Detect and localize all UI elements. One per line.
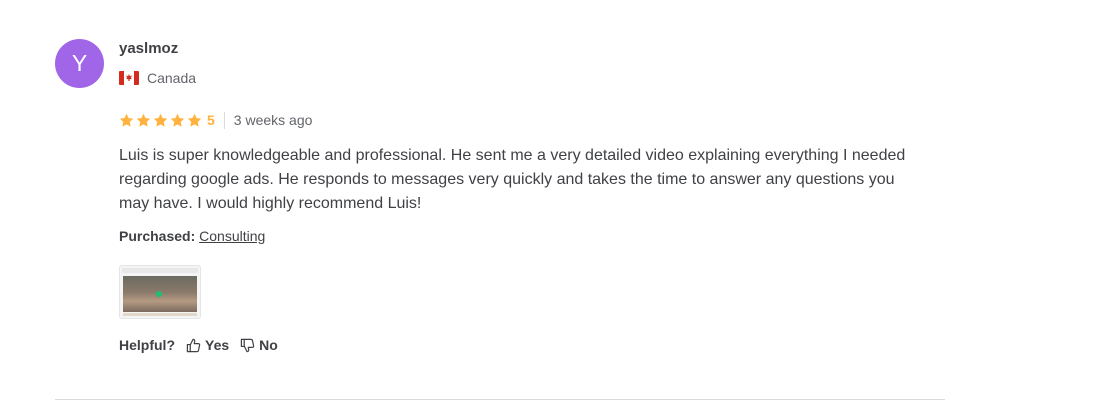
- helpful-no-label: No: [259, 337, 278, 353]
- helpful-row: Helpful? Yes No: [119, 337, 278, 353]
- rating-row: 5 3 weeks ago: [119, 110, 312, 130]
- reviewer-country: Canada: [119, 70, 196, 86]
- rating-value: 5: [207, 112, 215, 128]
- reviewer-username: yaslmoz: [119, 40, 179, 57]
- canada-flag-icon: [119, 71, 139, 85]
- review-time: 3 weeks ago: [233, 112, 313, 128]
- thumbnail-bottombar: [123, 313, 197, 316]
- purchased-item-link[interactable]: Consulting: [199, 228, 265, 244]
- rating-divider: [223, 111, 225, 129]
- star-rating: [119, 113, 202, 128]
- helpful-no-button[interactable]: No: [240, 337, 278, 353]
- review-text: Luis is super knowledgeable and professi…: [119, 147, 906, 212]
- review-attachment-thumbnail[interactable]: [119, 265, 201, 319]
- thumbs-up-icon: [186, 338, 201, 352]
- helpful-yes-button[interactable]: Yes: [186, 337, 229, 353]
- purchased-info: Purchased: Consulting: [119, 228, 265, 244]
- review-separator: [55, 399, 945, 400]
- thumbnail-topbar: [122, 268, 198, 273]
- star-icon: [187, 113, 202, 127]
- review-card: Y yaslmoz Canada 5 3 weeks ago Luis is s…: [0, 0, 1097, 401]
- thumbs-down-icon: [240, 338, 255, 352]
- avatar: Y: [55, 39, 104, 88]
- star-icon: [136, 113, 151, 127]
- helpful-yes-label: Yes: [205, 337, 230, 353]
- helpful-label: Helpful?: [119, 337, 175, 353]
- country-label: Canada: [147, 70, 197, 86]
- thumbnail-dot: [156, 291, 162, 297]
- star-icon: [153, 113, 168, 127]
- star-icon: [119, 113, 134, 127]
- purchased-label: Purchased:: [119, 228, 196, 244]
- star-icon: [170, 113, 185, 127]
